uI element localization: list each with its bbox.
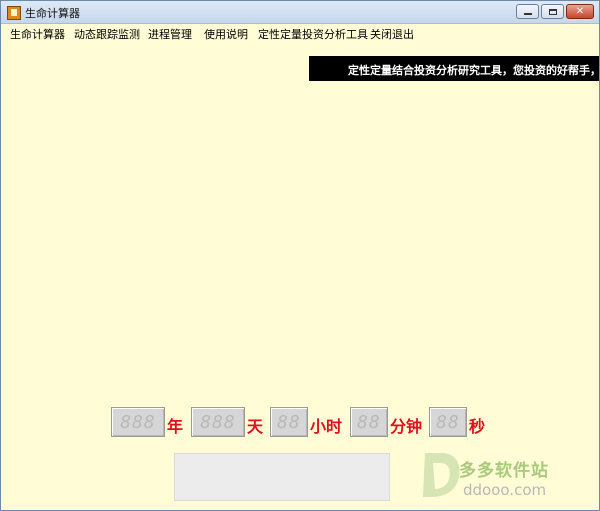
seconds-display: 88 xyxy=(429,407,467,437)
days-unit-label: 天 xyxy=(247,417,264,436)
close-button[interactable]: ✕ xyxy=(566,4,594,19)
blank-panel xyxy=(174,453,390,501)
minimize-button[interactable] xyxy=(516,4,539,19)
hours-unit-label: 小时 xyxy=(310,417,343,436)
menu-bar: 生命计算器 动态跟踪监测 进程管理 使用说明 定性定量投资分析工具 关闭退出 xyxy=(1,24,599,42)
ddooo-logo-icon xyxy=(423,453,460,497)
watermark-cn: 多多软件站 xyxy=(459,461,549,481)
years-display: 888 xyxy=(111,407,165,437)
menu-instructions[interactable]: 使用说明 xyxy=(204,26,248,42)
hours-display: 88 xyxy=(270,407,308,437)
menu-exit[interactable]: 关闭退出 xyxy=(370,26,414,42)
minutes-display: 88 xyxy=(350,407,388,437)
app-window: 生命计算器 ✕ 生命计算器 动态跟踪监测 进程管理 使用说明 定性定量投资分析工… xyxy=(0,0,600,511)
maximize-icon xyxy=(548,8,557,15)
menu-dynamic-tracking[interactable]: 动态跟踪监测 xyxy=(74,26,140,42)
watermark-en: ddooo.com xyxy=(463,481,547,499)
minimize-icon xyxy=(523,13,532,15)
seconds-digits: 88 xyxy=(436,411,460,433)
menu-investment-tools[interactable]: 定性定量投资分析工具 xyxy=(258,26,368,42)
days-digits: 888 xyxy=(200,411,236,433)
years-digits: 888 xyxy=(120,411,156,433)
minutes-digits: 88 xyxy=(357,411,381,433)
menu-process-management[interactable]: 进程管理 xyxy=(148,26,192,42)
title-bar[interactable]: 生命计算器 ✕ xyxy=(1,1,599,24)
years-unit-label: 年 xyxy=(167,417,184,436)
seconds-unit-label: 秒 xyxy=(469,417,486,436)
menu-life-calculator[interactable]: 生命计算器 xyxy=(10,26,65,42)
scrolling-banner: 定性定量结合投资分析研究工具，您投资的好帮手，将 xyxy=(309,56,599,81)
app-icon[interactable] xyxy=(7,6,21,20)
minutes-unit-label: 分钟 xyxy=(390,417,423,436)
window-title: 生命计算器 xyxy=(25,7,80,20)
days-display: 888 xyxy=(191,407,245,437)
banner-text: 定性定量结合投资分析研究工具，您投资的好帮手，将 xyxy=(348,64,599,77)
hours-digits: 88 xyxy=(277,411,301,433)
maximize-button[interactable] xyxy=(541,4,564,19)
